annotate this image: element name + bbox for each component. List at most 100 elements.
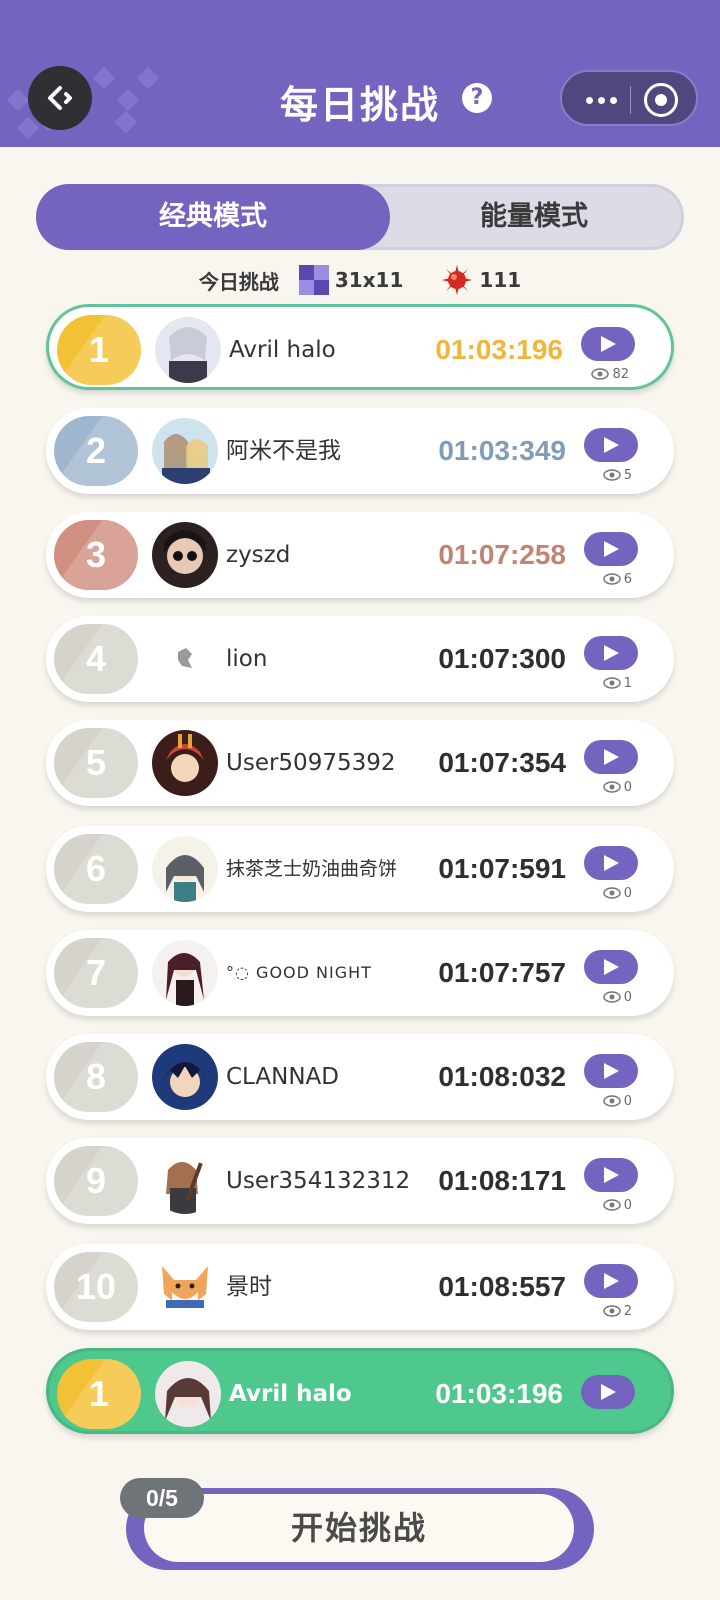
player-name: zyszd: [226, 542, 291, 568]
avatar: [155, 317, 221, 383]
play-replay-button[interactable]: [584, 532, 638, 566]
eye-icon: [602, 887, 621, 899]
rank-badge: 8: [54, 1042, 138, 1112]
close-button[interactable]: [644, 83, 678, 117]
play-replay-button[interactable]: [584, 428, 638, 462]
play-replay-button[interactable]: [584, 636, 638, 670]
finish-time: 01:03:196: [435, 334, 563, 365]
avatar: [152, 1044, 218, 1110]
eye-icon: [591, 368, 610, 380]
finish-time: 01:08:171: [438, 1165, 566, 1196]
capsule-divider: [630, 86, 631, 114]
tab-classic-mode[interactable]: 经典模式: [36, 184, 390, 250]
today-label: 今日挑战: [198, 269, 279, 294]
play-replay-button[interactable]: [584, 740, 638, 774]
leaderboard-row[interactable]: 7 °◌ GOOD NIGHT 01:07:757 0: [46, 930, 674, 1016]
eye-icon: [602, 991, 621, 1003]
view-count: 0: [602, 884, 632, 902]
leaderboard-row[interactable]: 8 CLANNAD 01:08:032 0: [46, 1034, 674, 1120]
play-replay-button[interactable]: [584, 1264, 638, 1298]
player-name: Avril halo: [229, 1381, 352, 1407]
finish-time: 01:07:300: [438, 643, 566, 674]
rank-badge: 6: [54, 834, 138, 904]
today-challenge-info: 今日挑战 31x11 111: [0, 262, 720, 298]
finish-time: 01:07:354: [438, 747, 566, 778]
leaderboard-row[interactable]: 6 抹茶芝士奶油曲奇饼 01:07:591 0: [46, 826, 674, 912]
my-rank-row[interactable]: 1 Avril halo 01:03:196: [46, 1348, 674, 1434]
rank-badge: 1: [57, 1359, 141, 1429]
player-name: 景时: [226, 1274, 272, 1300]
play-replay-button[interactable]: [584, 1054, 638, 1088]
leaderboard-row[interactable]: 1 Avril halo 01:03:196 82: [46, 304, 674, 390]
tab-energy-mode[interactable]: 能量模式: [379, 184, 689, 250]
finish-time: 01:07:757: [438, 957, 566, 988]
finish-time: 01:07:591: [438, 853, 566, 884]
play-replay-button[interactable]: [584, 950, 638, 984]
avatar: [152, 730, 218, 796]
view-count: 0: [602, 1092, 632, 1110]
avatar: [152, 522, 218, 588]
rank-badge: 1: [57, 315, 141, 385]
view-count: 6: [602, 570, 632, 588]
player-name: °◌ GOOD NIGHT: [226, 963, 372, 982]
player-name: 抹茶芝士奶油曲奇饼: [226, 858, 398, 880]
finish-time: 01:03:349: [438, 435, 566, 466]
avatar: [152, 1148, 218, 1214]
play-replay-button[interactable]: [581, 1375, 635, 1409]
player-name: lion: [226, 646, 268, 672]
start-challenge-button[interactable]: 开始挑战: [144, 1494, 574, 1562]
leaderboard-row[interactable]: 4 lion 01:07:300 1: [46, 616, 674, 702]
finish-time: 01:07:258: [438, 539, 566, 570]
view-count: 82: [591, 365, 629, 383]
eye-icon: [602, 573, 621, 585]
top-bar: 每日挑战 ?: [0, 0, 720, 150]
rank-badge: 4: [54, 624, 138, 694]
more-dots-icon: [585, 96, 593, 104]
board-grid-icon: [298, 265, 329, 295]
view-count: 0: [602, 778, 632, 796]
rank-badge: 3: [54, 520, 138, 590]
more-button[interactable]: [576, 82, 626, 118]
rank-badge: 5: [54, 728, 138, 798]
mode-tabs: 能量模式 经典模式: [36, 184, 684, 250]
leaderboard-row[interactable]: 9 User354132312 01:08:171 0: [46, 1138, 674, 1224]
leaderboard-row[interactable]: 5 User50975392 01:07:354 0: [46, 720, 674, 806]
header-divider: [0, 147, 720, 150]
mine-icon: [442, 265, 473, 295]
avatar: [152, 836, 218, 902]
eye-icon: [602, 1305, 621, 1317]
leaderboard-row[interactable]: 10 景时 01:08:557 2: [46, 1244, 674, 1330]
avatar: [152, 626, 218, 692]
play-replay-button[interactable]: [584, 1158, 638, 1192]
view-count: 0: [602, 988, 632, 1006]
avatar: [155, 1361, 221, 1427]
eye-icon: [602, 781, 621, 793]
eye-icon: [602, 1095, 621, 1107]
player-name: User50975392: [226, 750, 396, 776]
leaderboard-row[interactable]: 3 zyszd 01:07:258 6: [46, 512, 674, 598]
rank-badge: 10: [54, 1252, 138, 1322]
player-name: Avril halo: [229, 337, 336, 363]
player-name: 阿米不是我: [226, 438, 341, 464]
view-count: 5: [602, 466, 632, 484]
avatar: [152, 1254, 218, 1320]
finish-time: 01:03:196: [435, 1378, 563, 1409]
player-name: User354132312: [226, 1168, 411, 1194]
rank-badge: 9: [54, 1146, 138, 1216]
mini-program-capsule: [560, 70, 698, 126]
rank-badge: 2: [54, 416, 138, 486]
play-replay-button[interactable]: [581, 327, 635, 361]
avatar: [152, 418, 218, 484]
rank-badge: 7: [54, 938, 138, 1008]
finish-time: 01:08:557: [438, 1271, 566, 1302]
view-count: 0: [602, 1196, 632, 1214]
board-size: 31x11: [334, 268, 404, 292]
view-count: 2: [602, 1302, 632, 1320]
question-icon[interactable]: ?: [462, 83, 492, 113]
player-name: CLANNAD: [226, 1064, 339, 1090]
leaderboard-row[interactable]: 2 阿米不是我 01:03:349 5: [46, 408, 674, 494]
finish-time: 01:08:032: [438, 1061, 566, 1092]
play-replay-button[interactable]: [584, 846, 638, 880]
attempts-badge: 0/5: [120, 1478, 204, 1518]
eye-icon: [602, 677, 621, 689]
